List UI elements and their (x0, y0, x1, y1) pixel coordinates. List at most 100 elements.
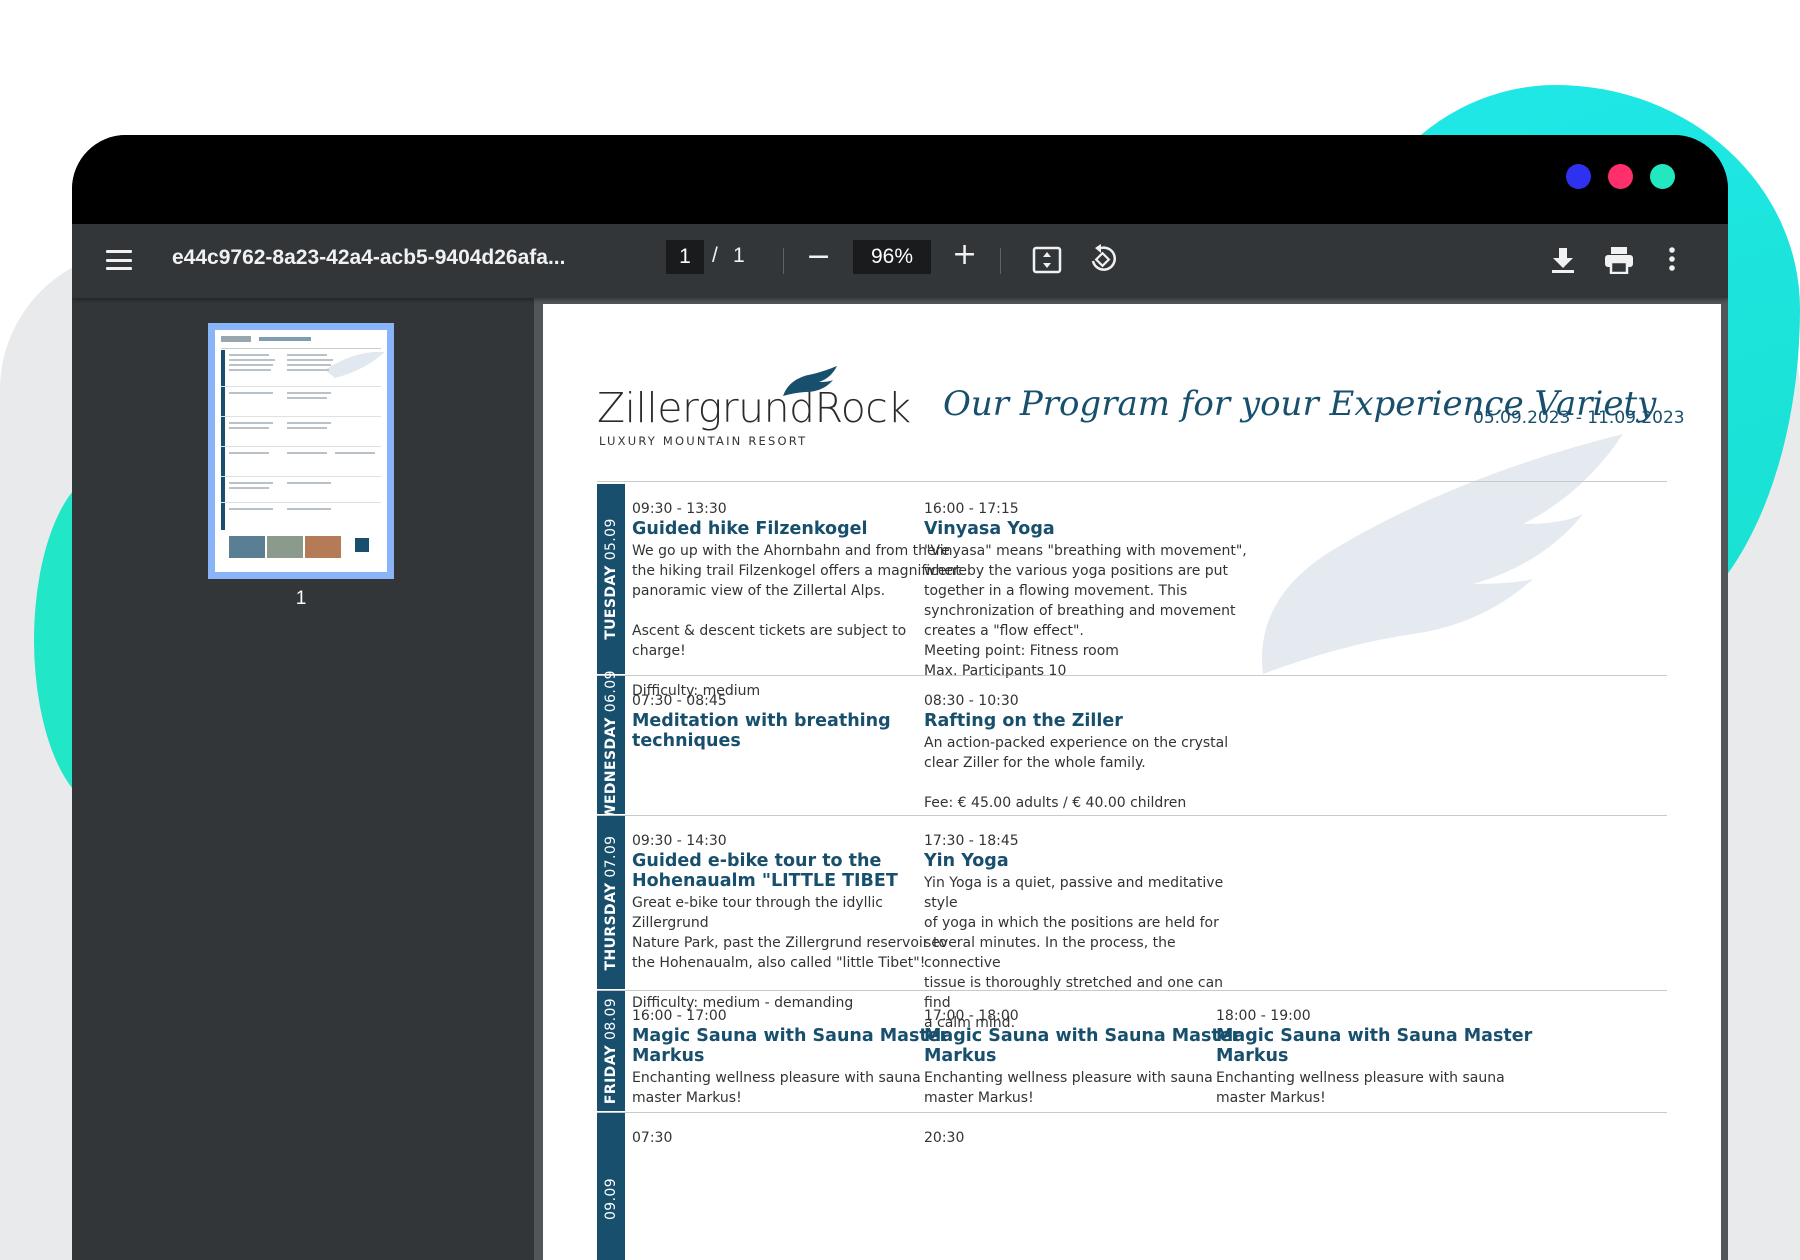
event-entry: 07:30 (632, 1128, 962, 1148)
page-number-input[interactable]: 1 (666, 240, 704, 274)
event-description-line (632, 973, 962, 993)
event-description-line (632, 601, 962, 621)
event-entry: 08:30 - 10:30 Rafting on the Ziller An act… (924, 691, 1254, 813)
event-time: 20:30 (924, 1130, 965, 1146)
event-description: "Vinyasa" means "breathing with movement… (924, 541, 1254, 681)
page-thumbnail-preview (215, 330, 387, 572)
event-title: Guided e-bike tour to the Hohenaualm "LI… (632, 851, 898, 891)
day-name: TUESDAY (603, 565, 619, 640)
event-description-line: of yoga in which the positions are held … (924, 915, 1219, 931)
day-date: 05.09 (603, 518, 619, 566)
event-description-line: Great e-bike tour through the idyllic Zi… (632, 895, 883, 931)
toolbar-divider (783, 248, 784, 274)
event-description-line: Enchanting wellness pleasure with sauna (1216, 1070, 1505, 1086)
bird-logo-icon (783, 366, 837, 396)
event-description: Enchanting wellness pleasure with sauna m… (924, 1068, 1254, 1108)
event-title: Magic Sauna with Sauna Master Markus (632, 1026, 949, 1066)
event-description: Great e-bike tour through the idyllic Zi… (632, 893, 962, 1013)
event-time: 07:30 (632, 1130, 673, 1146)
fit-page-icon[interactable] (1032, 246, 1062, 274)
page-thumbnail[interactable] (208, 323, 394, 579)
event-entry: 20:30 (924, 1128, 1254, 1148)
event-title: Guided hike Filzenkogel (632, 519, 868, 539)
event-description-line: the hiking trail Filzenkogel offers a ma… (632, 563, 961, 579)
event-entry: 18:00 - 19:00 Magic Sauna with Sauna Mast… (1216, 1006, 1546, 1108)
day-divider (597, 1112, 1667, 1113)
day-name: WEDNESDAY (603, 717, 619, 820)
window-dot-pink[interactable] (1608, 164, 1633, 189)
event-time: 18:00 - 19:00 (1216, 1008, 1311, 1024)
day-label: THURSDAY 07.09 (603, 835, 619, 970)
event-description-line: "Vinyasa" means "breathing with movement… (924, 543, 1247, 559)
event-time: 17:00 - 18:00 (924, 1008, 1019, 1024)
window-dot-blue[interactable] (1566, 164, 1591, 189)
toolbar-divider (1000, 248, 1001, 274)
window-titlebar (72, 135, 1728, 224)
event-description-line: whereby the various yoga positions are p… (924, 563, 1229, 579)
event-time: 08:30 - 10:30 (924, 693, 1019, 709)
hamburger-menu-icon[interactable] (106, 250, 132, 270)
event-title: Rafting on the Ziller (924, 711, 1123, 731)
resort-logo: ZillergrundRock (597, 384, 911, 432)
thumbnail-sidebar: 1 (72, 298, 534, 1260)
viewer-window: e44c9762-8a23-42a4-acb5-9404d26afa... 1 … (72, 135, 1728, 1260)
zoom-out-button[interactable]: − (806, 242, 831, 272)
event-description-line (924, 773, 1254, 793)
rotate-icon[interactable] (1088, 244, 1118, 274)
event-description-line: Max. Participants 10 (924, 663, 1067, 679)
event-time: 16:00 - 17:15 (924, 501, 1019, 517)
event-description-line: clear Ziller for the whole family. (924, 755, 1146, 771)
event-description-line: Enchanting wellness pleasure with sauna (632, 1070, 921, 1086)
event-description-line: Fee: € 45.00 adults / € 40.00 children (924, 795, 1187, 811)
day-label: TUESDAY 05.09 (603, 518, 619, 640)
event-entry: 16:00 - 17:00 Magic Sauna with Sauna Mast… (632, 1006, 962, 1108)
event-time: 09:30 - 13:30 (632, 501, 727, 517)
event-title: Yin Yoga (924, 851, 1009, 871)
schedule-top-divider (597, 481, 1667, 482)
event-description: An action-packed experience on the cryst… (924, 733, 1254, 813)
event-entry: 09:30 - 14:30 Guided e-bike tour to the H… (632, 831, 962, 1013)
event-time: 09:30 - 14:30 (632, 833, 727, 849)
page-separator: / (712, 244, 718, 267)
day-name: FRIDAY (603, 1044, 619, 1105)
day-divider (597, 815, 1667, 816)
event-entry: 17:00 - 18:00 Magic Sauna with Sauna Mast… (924, 1006, 1254, 1108)
pdf-page: ZillergrundRock LUXURY MOUNTAIN RESORT O… (543, 304, 1721, 1260)
day-date: 08.09 (603, 997, 619, 1045)
wing-watermark-icon (1262, 434, 1623, 674)
event-description-line: master Markus! (1216, 1090, 1326, 1106)
event-title: Vinyasa Yoga (924, 519, 1055, 539)
event-description-line: Meeting point: Fitness room (924, 643, 1119, 659)
day-date: 07.09 (603, 835, 619, 882)
event-entry: 16:00 - 17:15 Vinyasa Yoga "Vinyasa" means… (924, 499, 1254, 681)
day-label: WEDNESDAY 06.09 (603, 670, 619, 820)
event-description-line: master Markus! (632, 1090, 742, 1106)
event-time: 07:30 - 08:45 (632, 693, 727, 709)
event-description-line: together in a flowing movement. This (924, 583, 1188, 599)
print-icon[interactable] (1604, 246, 1634, 274)
event-description-line (632, 661, 962, 681)
logo-subtitle: LUXURY MOUNTAIN RESORT (599, 434, 808, 448)
event-title: Magic Sauna with Sauna Master Markus (924, 1026, 1241, 1066)
event-description-line: the Hohenaualm, also called "little Tibe… (632, 955, 926, 971)
download-icon[interactable] (1550, 246, 1576, 274)
event-description-line: An action-packed experience on the cryst… (924, 735, 1229, 751)
event-time: 17:30 - 18:45 (924, 833, 1019, 849)
event-description-line: panoramic view of the Zillertal Alps. (632, 583, 886, 599)
window-dot-teal[interactable] (1650, 164, 1675, 189)
event-title: Meditation with breathing techniques (632, 711, 891, 751)
program-date-range: 05.09.2023 - 11.09.2023 (1473, 408, 1685, 428)
more-vert-icon[interactable] (1668, 246, 1676, 272)
event-description: We go up with the Ahornbahn and from the… (632, 541, 962, 701)
page-total: 1 (733, 244, 745, 267)
day-label: 09.09 (603, 1177, 619, 1219)
zoom-level-input[interactable]: 96% (853, 240, 931, 274)
zoom-in-button[interactable]: + (952, 240, 977, 270)
event-description-line: We go up with the Ahornbahn and from the… (632, 543, 950, 559)
event-description-line: Ascent & descent tickets are subject to … (632, 623, 907, 659)
event-title: Magic Sauna with Sauna Master Markus (1216, 1026, 1533, 1066)
day-label: FRIDAY 08.09 (603, 998, 619, 1104)
event-description-line: Enchanting wellness pleasure with sauna (924, 1070, 1213, 1086)
day-date: 06.09 (603, 670, 619, 718)
document-viewer[interactable]: ZillergrundRock LUXURY MOUNTAIN RESORT O… (534, 298, 1728, 1260)
